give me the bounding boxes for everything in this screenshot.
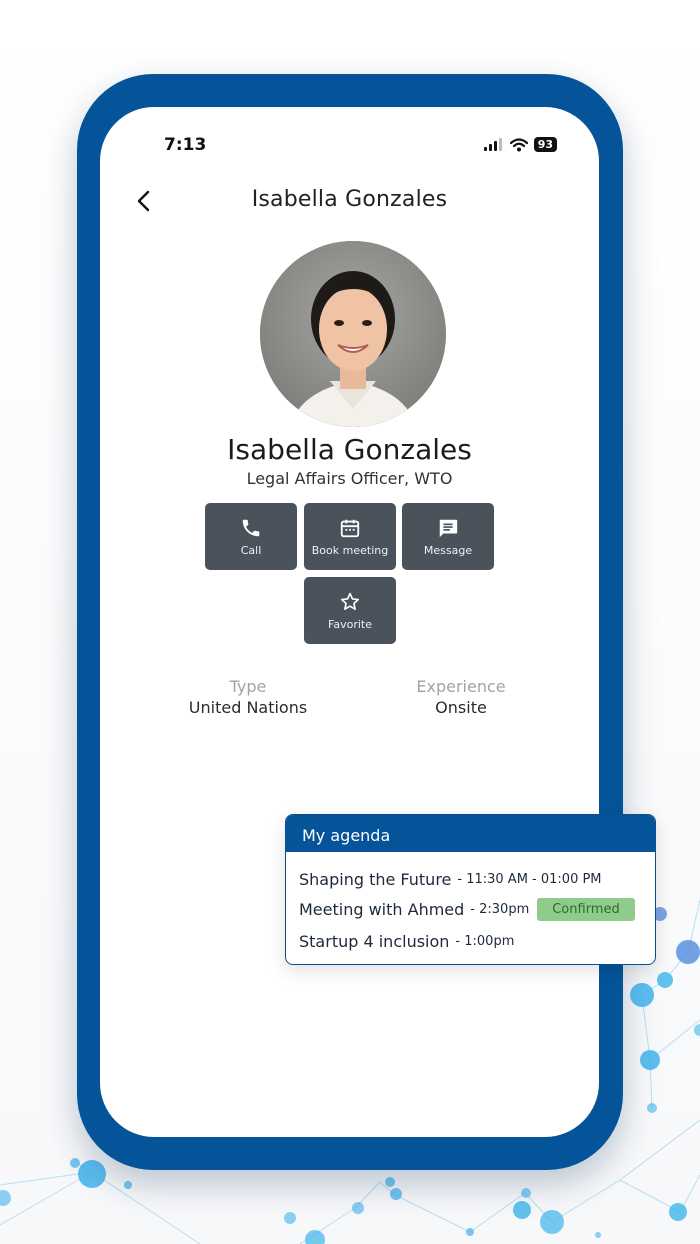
confirmed-badge: Confirmed <box>537 898 635 921</box>
agenda-item[interactable]: Startup 4 inclusion - 1:00pm <box>299 932 514 951</box>
detail-experience: Experience Onsite <box>371 677 551 717</box>
book-meeting-button[interactable]: Book meeting <box>304 503 396 570</box>
detail-type-value: United Nations <box>188 698 308 717</box>
avatar <box>260 241 446 427</box>
phone-screen: 7:13 93 Isabella Gonzales Isabella Gonza… <box>100 107 599 1137</box>
status-time: 7:13 <box>164 135 207 155</box>
agenda-item-time: - 2:30pm <box>470 902 530 917</box>
detail-experience-value: Onsite <box>435 698 487 717</box>
detail-type-label: Type <box>229 677 267 696</box>
star-icon <box>340 592 360 610</box>
signal-icon <box>483 138 502 151</box>
phone-frame: 7:13 93 Isabella Gonzales Isabella Gonza… <box>77 74 623 1170</box>
status-icons: 93 <box>483 137 557 152</box>
message-button[interactable]: Message <box>402 503 494 570</box>
agenda-card[interactable]: My agenda Shaping the Future - 11:30 AM … <box>285 814 656 965</box>
message-button-label: Message <box>423 543 473 557</box>
agenda-item[interactable]: Meeting with Ahmed - 2:30pm Confirmed <box>299 898 635 921</box>
page-title: Isabella Gonzales <box>251 187 448 212</box>
agenda-item-time: - 1:00pm <box>455 934 515 949</box>
agenda-item-time: - 11:30 AM - 01:00 PM <box>457 872 602 887</box>
detail-experience-label: Experience <box>416 677 506 696</box>
profile-name: Isabella Gonzales <box>227 433 472 466</box>
agenda-item-title: Startup 4 inclusion <box>299 932 450 951</box>
agenda-title: My agenda <box>286 815 655 852</box>
profile-photo <box>260 241 446 427</box>
calendar-icon <box>340 519 360 537</box>
agenda-item-title: Shaping the Future <box>299 870 452 889</box>
detail-type: Type United Nations <box>158 677 338 717</box>
battery-indicator: 93 <box>533 137 557 152</box>
profile-role: Legal Affairs Officer, WTO <box>246 469 453 488</box>
favorite-button[interactable]: Favorite <box>304 577 396 644</box>
book-meeting-button-label: Book meeting <box>311 543 389 557</box>
wifi-icon <box>509 137 528 151</box>
message-icon <box>439 519 458 537</box>
agenda-item[interactable]: Shaping the Future - 11:30 AM - 01:00 PM <box>299 870 602 889</box>
phone-icon <box>242 519 260 536</box>
agenda-item-title: Meeting with Ahmed <box>299 900 465 919</box>
call-button-label: Call <box>240 543 262 557</box>
call-button[interactable]: Call <box>205 503 297 570</box>
favorite-button-label: Favorite <box>328 617 372 631</box>
